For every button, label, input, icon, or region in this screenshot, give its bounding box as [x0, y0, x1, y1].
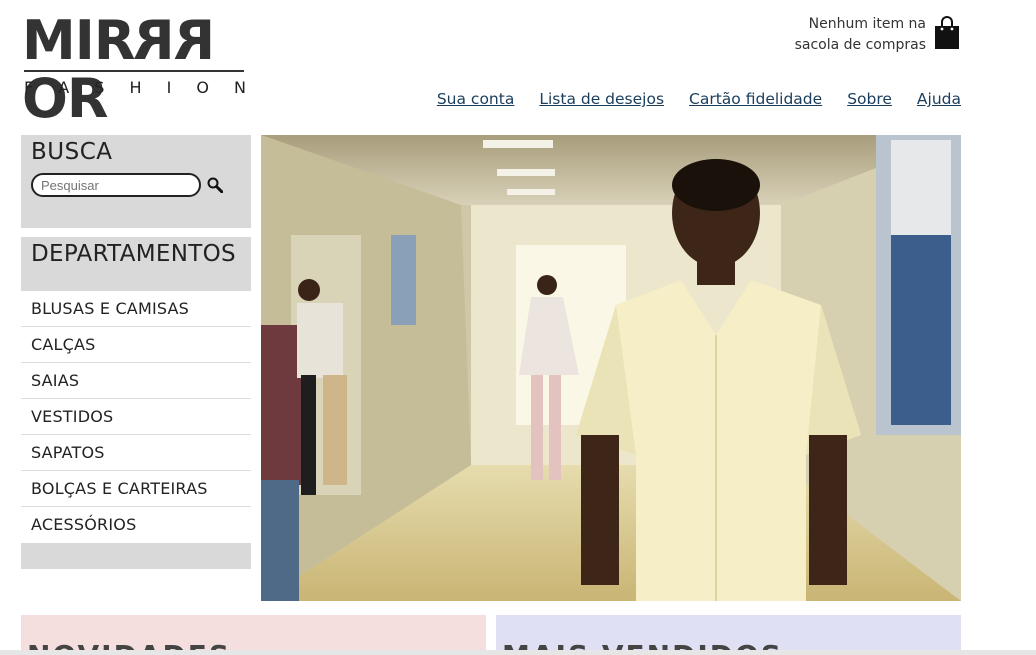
top-navigation: Sua conta Lista de desejos Cartão fideli… — [437, 90, 961, 108]
nav-link-help[interactable]: Ajuda — [917, 90, 961, 108]
department-item-saias[interactable]: SAIAS — [21, 363, 251, 399]
nav-link-about[interactable]: Sobre — [847, 90, 892, 108]
search-icon[interactable] — [207, 177, 223, 193]
cart-status: Nenhum item na sacola de compras — [794, 16, 926, 53]
search-title: BUSCA — [31, 139, 113, 165]
departments-menu: DEPARTAMENTOS BLUSAS E CAMISAS CALÇAS SA… — [21, 237, 251, 569]
logo-divider — [24, 70, 244, 72]
department-item-vestidos[interactable]: VESTIDOS — [21, 399, 251, 435]
department-item-calcas[interactable]: CALÇAS — [21, 327, 251, 363]
departments-footer — [21, 543, 251, 569]
nav-link-loyalty-card[interactable]: Cartão fidelidade — [689, 90, 822, 108]
shopping-cart[interactable]: Nenhum item na sacola de compras — [786, 14, 960, 56]
new-arrivals-panel: NOVIDADES — [21, 615, 486, 655]
department-item-acessorios[interactable]: ACESSÓRIOS — [21, 507, 251, 543]
nav-link-account[interactable]: Sua conta — [437, 90, 515, 108]
department-item-bolsas[interactable]: BOLÇAS E CARTEIRAS — [21, 471, 251, 507]
shopping-bag-icon[interactable] — [934, 16, 960, 50]
nav-link-wishlist[interactable]: Lista de desejos — [539, 90, 664, 108]
best-sellers-panel: MAIS VENDIDOS — [496, 615, 961, 655]
logo-subtitle: FASHION — [24, 78, 246, 97]
horizontal-scrollbar[interactable] — [0, 650, 1036, 655]
site-logo[interactable]: MIRRROR FASHION — [22, 9, 246, 128]
hero-banner-image[interactable] — [261, 135, 961, 601]
department-item-sapatos[interactable]: SAPATOS — [21, 435, 251, 471]
search-panel: BUSCA — [21, 135, 251, 228]
departments-title: DEPARTAMENTOS — [31, 241, 236, 267]
department-item-blusas[interactable]: BLUSAS E CAMISAS — [21, 291, 251, 327]
search-input[interactable] — [31, 173, 201, 197]
